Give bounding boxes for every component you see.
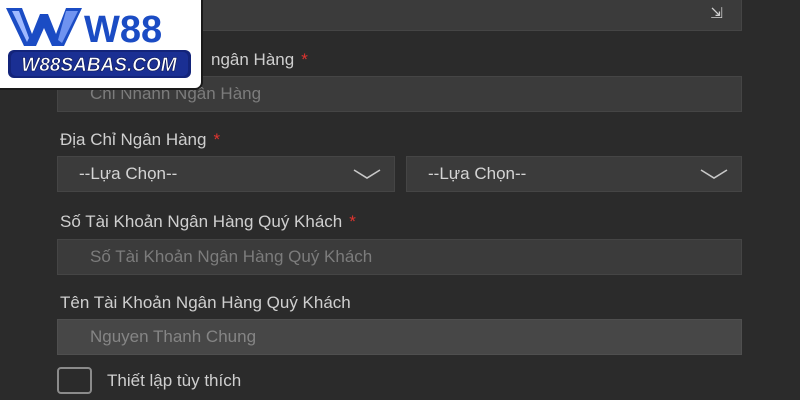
account-number-input[interactable]: Số Tài Khoản Ngân Hàng Quý Khách [57,239,742,275]
custom-setting-checkbox[interactable] [57,367,92,394]
custom-setting-row[interactable]: Thiết lập tùy thích [57,367,241,394]
arrow-icon: ⇲ [710,5,723,22]
chevron-down-icon [700,169,728,179]
bank-select-field[interactable]: ⇲ [190,0,742,31]
address-label: Địa Chỉ Ngân Hàng * [60,130,221,149]
account-name-label: Tên Tài Khoản Ngân Hàng Quý Khách [60,293,351,312]
district-select[interactable]: --Lựa Chọn-- [406,156,742,192]
logo-brand-text: W88 [84,9,162,51]
account-name-field: Nguyen Thanh Chung [57,319,742,355]
logo-subtitle-text: W88SABAS.COM [21,55,177,76]
w88-logo-graphic: W88 W88SABAS.COM [6,8,191,78]
w88-logo: W88 W88SABAS.COM [0,0,201,88]
account-number-label: Số Tài Khoản Ngân Hàng Quý Khách * [60,212,356,231]
required-mark: * [349,212,356,231]
province-select[interactable]: --Lựa Chọn-- [57,156,395,192]
chevron-down-icon [353,169,381,179]
bank-account-form: ⇲ ngân Hàng * Chi Nhánh Ngân Hàng Địa Chỉ… [0,0,800,400]
district-select-value: --Lựa Chọn-- [428,164,527,183]
custom-setting-label: Thiết lập tùy thích [107,370,242,390]
w-mark-icon [6,8,82,46]
province-select-value: --Lựa Chọn-- [79,164,178,183]
account-number-placeholder: Số Tài Khoản Ngân Hàng Quý Khách [90,247,373,266]
branch-label: ngân Hàng * [211,50,308,69]
required-mark: * [213,130,221,149]
account-name-value: Nguyen Thanh Chung [90,327,257,346]
required-mark: * [301,50,308,69]
